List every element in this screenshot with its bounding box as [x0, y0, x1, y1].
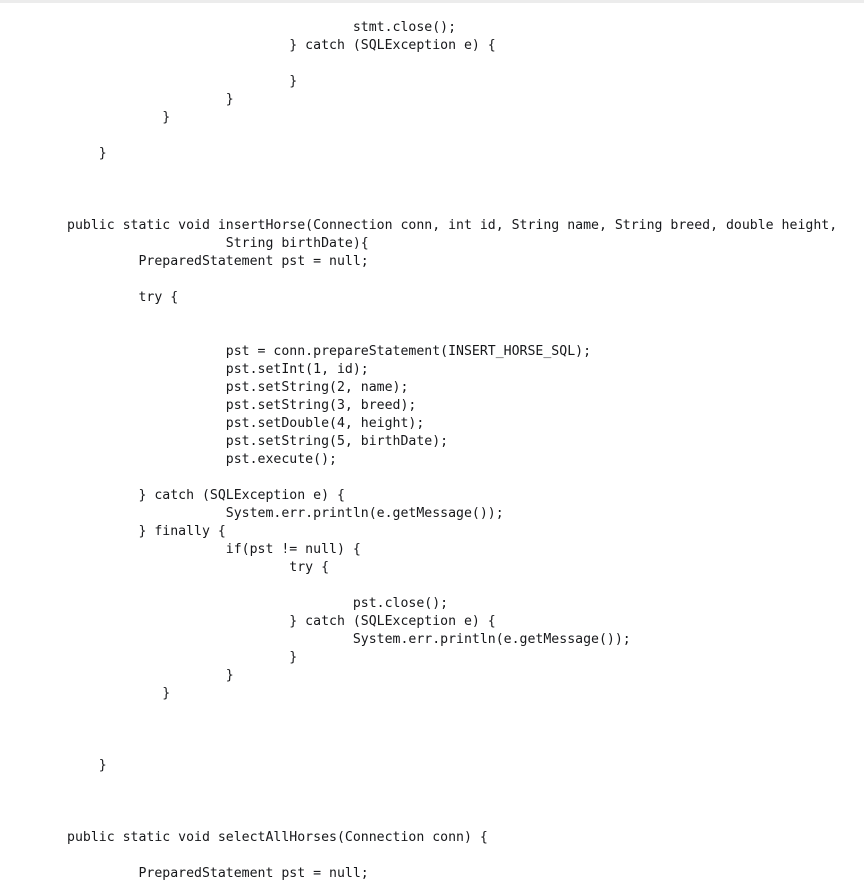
code-line: pst = conn.prepareStatement(INSERT_HORSE…: [67, 344, 592, 359]
code-line: System.err.println(e.getMessage());: [67, 632, 631, 647]
code-line: pst.setString(3, breed);: [67, 398, 417, 413]
page-top-edge: [0, 0, 864, 3]
code-line: } catch (SQLException e) {: [67, 614, 496, 629]
code-line: }: [67, 650, 298, 665]
code-line: } finally {: [67, 524, 226, 539]
code-line: try {: [67, 560, 330, 575]
code-line: public static void insertHorse(Connectio…: [67, 218, 838, 233]
code-line: }: [67, 92, 234, 107]
code-line: pst.close();: [67, 596, 449, 611]
code-line: }: [67, 758, 107, 773]
code-line: try {: [67, 290, 179, 305]
code-line: pst.setDouble(4, height);: [67, 416, 425, 431]
code-line: }: [67, 668, 234, 683]
code-line: stmt.close();: [67, 20, 457, 35]
code-line: }: [67, 146, 107, 161]
code-page: stmt.close(); } catch (SQLException e) {…: [0, 0, 864, 881]
code-line: pst.execute();: [67, 452, 337, 467]
code-line: public static void selectAllHorses(Conne…: [67, 830, 488, 845]
code-line: pst.setInt(1, id);: [67, 362, 369, 377]
code-line: }: [67, 686, 171, 701]
code-line: } catch (SQLException e) {: [67, 488, 345, 503]
code-line: }: [67, 74, 298, 89]
code-line: } catch (SQLException e) {: [67, 38, 496, 53]
code-line: PreparedStatement pst = null;: [67, 866, 369, 881]
code-line: String birthDate){: [67, 236, 369, 251]
code-line: System.err.println(e.getMessage());: [67, 506, 504, 521]
code-line: }: [67, 110, 171, 125]
java-code-listing[interactable]: stmt.close(); } catch (SQLException e) {…: [0, 13, 864, 883]
code-line: pst.setString(2, name);: [67, 380, 409, 395]
code-line: PreparedStatement pst = null;: [67, 254, 369, 269]
code-line: if(pst != null) {: [67, 542, 361, 557]
code-line: pst.setString(5, birthDate);: [67, 434, 449, 449]
